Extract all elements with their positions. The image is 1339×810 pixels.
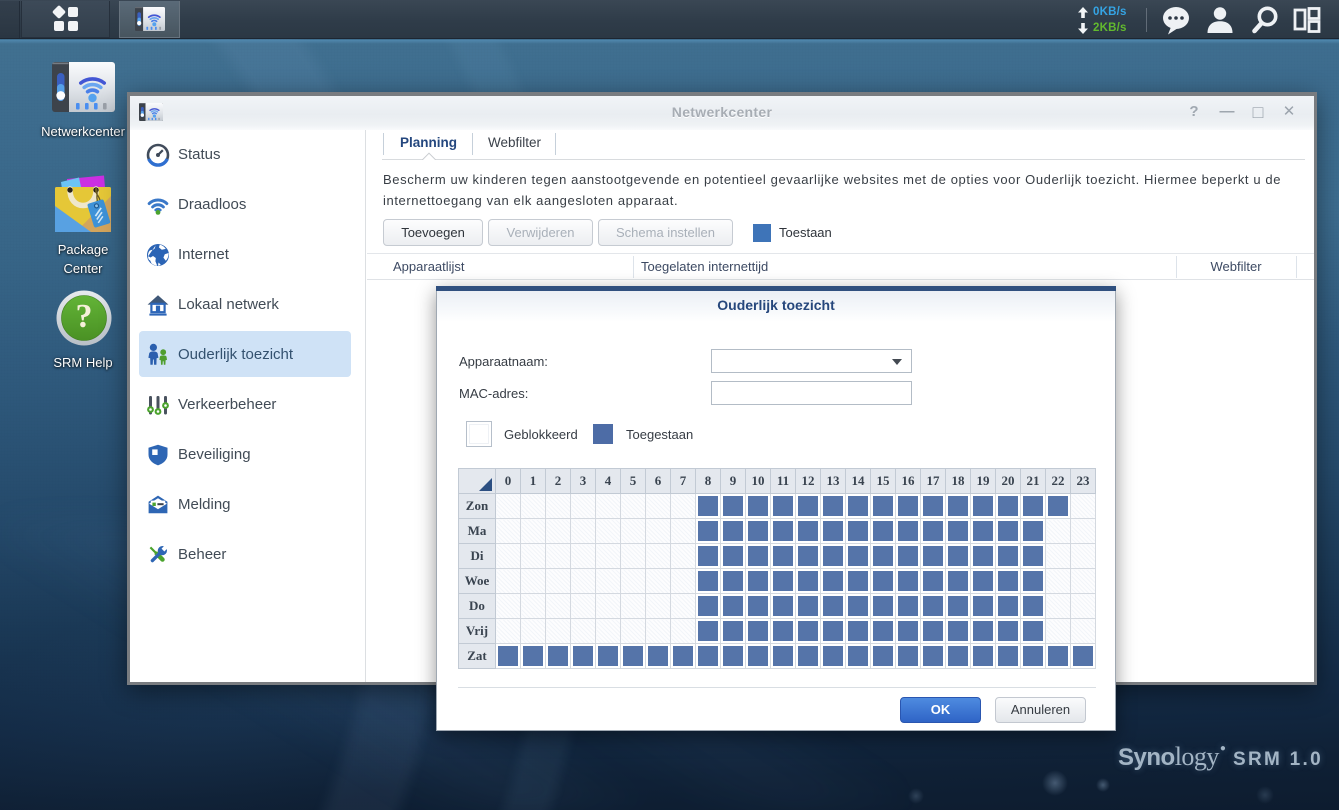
svg-text:?: ? (76, 298, 93, 335)
